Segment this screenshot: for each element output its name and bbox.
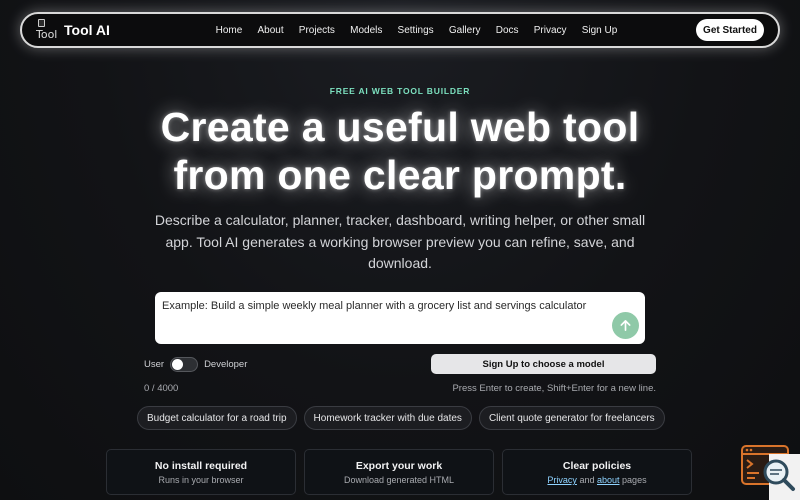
feature-card-policies: Clear policies Privacy and about pages: [502, 449, 692, 495]
mode-toggle[interactable]: [170, 357, 199, 372]
top-nav: Tool Tool AI Home About Projects Models …: [20, 12, 780, 48]
mode-toggle-row: User Developer: [144, 357, 247, 372]
feature-card-export: Export your work Download generated HTML: [304, 449, 494, 495]
prompt-box: [155, 292, 645, 344]
nav-link-docs[interactable]: Docs: [488, 25, 526, 36]
card-subtitle-pages: pages: [622, 475, 647, 485]
broken-image-icon: [38, 19, 45, 27]
suggestion-chips: Budget calculator for a road trip Homewo…: [137, 406, 665, 430]
hero-headline-line-2: from one clear prompt.: [173, 152, 627, 198]
nav-link-projects[interactable]: Projects: [291, 25, 342, 36]
hero-headline: Create a useful web tool from one clear …: [0, 103, 800, 199]
code-search-icon: [741, 445, 800, 500]
card-subtitle: Runs in your browser: [158, 475, 244, 485]
privacy-link[interactable]: Privacy: [547, 475, 577, 485]
choose-model-button[interactable]: Sign Up to choose a model: [431, 354, 656, 374]
character-counter: 0 / 4000: [144, 383, 179, 394]
mode-label-developer: Developer: [204, 359, 248, 370]
card-subtitle: Download generated HTML: [343, 475, 455, 485]
prompt-input[interactable]: [162, 299, 617, 337]
submit-button[interactable]: [612, 312, 639, 339]
floating-helper-widget[interactable]: [741, 444, 800, 500]
nav-link-home[interactable]: Home: [208, 25, 250, 36]
hero-eyebrow: FREE AI WEB TOOL BUILDER: [329, 86, 471, 96]
hero-headline-line-1: Create a useful web tool: [160, 104, 640, 150]
nav-link-models[interactable]: Models: [343, 25, 390, 36]
card-title: Clear policies: [562, 460, 632, 472]
feature-cards: No install required Runs in your browser…: [106, 449, 692, 495]
nav-links: Home About Projects Models Settings Gall…: [208, 25, 625, 36]
suggestion-chip[interactable]: Homework tracker with due dates: [303, 406, 472, 430]
keyboard-hint: Press Enter to create, Shift+Enter for a…: [452, 383, 656, 394]
nav-link-sign-up[interactable]: Sign Up: [574, 25, 625, 36]
suggestion-chip[interactable]: Client quote generator for freelancers: [478, 406, 665, 430]
card-title: No install required: [154, 460, 248, 472]
card-subtitle: Privacy and about pages: [503, 475, 691, 485]
get-started-button[interactable]: Get Started: [696, 19, 764, 41]
brand-name: Tool AI: [64, 22, 110, 38]
hero-subtext: Describe a calculator, planner, tracker,…: [154, 212, 646, 271]
card-title: Export your work: [355, 460, 443, 472]
feature-card-no-install: No install required Runs in your browser: [106, 449, 296, 495]
mode-label-user: User: [144, 359, 165, 370]
nav-link-privacy[interactable]: Privacy: [526, 25, 574, 36]
nav-link-about[interactable]: About: [250, 25, 291, 36]
logo-alt-text: Tool: [36, 28, 58, 41]
arrow-up-icon: [620, 320, 631, 331]
about-link[interactable]: about: [597, 475, 620, 485]
nav-link-gallery[interactable]: Gallery: [441, 25, 488, 36]
toggle-knob: [172, 359, 184, 370]
nav-link-settings[interactable]: Settings: [390, 25, 441, 36]
logo-image: Tool: [36, 19, 58, 41]
brand[interactable]: Tool Tool AI: [36, 19, 110, 41]
suggestion-chip[interactable]: Budget calculator for a road trip: [137, 406, 297, 430]
card-subtitle-and: and: [579, 475, 595, 485]
